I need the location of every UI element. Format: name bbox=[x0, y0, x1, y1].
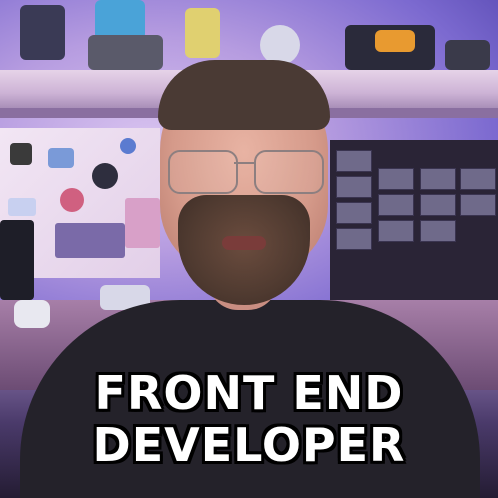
sticker bbox=[92, 163, 118, 189]
person-hair bbox=[158, 60, 330, 130]
robot-toy bbox=[185, 8, 220, 58]
robot-toy bbox=[14, 300, 50, 328]
drawer bbox=[336, 228, 372, 250]
circuit-board bbox=[125, 198, 160, 248]
drawer bbox=[378, 220, 414, 242]
small-display-device bbox=[0, 220, 34, 300]
drawer bbox=[460, 194, 496, 216]
drawer-cabinet bbox=[330, 140, 498, 315]
drawer bbox=[336, 176, 372, 198]
sticker bbox=[120, 138, 136, 154]
caption-line-1: FRONT END bbox=[94, 366, 404, 420]
person-mouth bbox=[222, 236, 266, 250]
drawer bbox=[420, 168, 456, 190]
robot-toy bbox=[445, 40, 490, 70]
robot-toy bbox=[88, 35, 163, 70]
sticker bbox=[48, 148, 74, 168]
robot-toy bbox=[95, 0, 145, 40]
left-lens bbox=[168, 150, 238, 194]
glasses-bridge bbox=[234, 162, 256, 164]
drawer bbox=[378, 168, 414, 190]
drawer bbox=[420, 194, 456, 216]
robot-toy bbox=[20, 5, 65, 60]
drawer bbox=[336, 150, 372, 172]
drawer bbox=[378, 194, 414, 216]
caption-line-2: DEVELOPER bbox=[92, 418, 406, 472]
circuit-board bbox=[55, 223, 125, 258]
sticker bbox=[8, 198, 36, 216]
sticker bbox=[60, 188, 84, 212]
sticker bbox=[10, 143, 32, 165]
right-lens bbox=[254, 150, 324, 194]
robot-toy bbox=[375, 30, 415, 52]
drawer bbox=[420, 220, 456, 242]
eyeglasses bbox=[168, 150, 324, 194]
gif-frame: FRONT END DEVELOPER bbox=[0, 0, 498, 498]
drawer bbox=[336, 202, 372, 224]
robot-toy bbox=[260, 25, 300, 65]
drawer bbox=[460, 168, 496, 190]
